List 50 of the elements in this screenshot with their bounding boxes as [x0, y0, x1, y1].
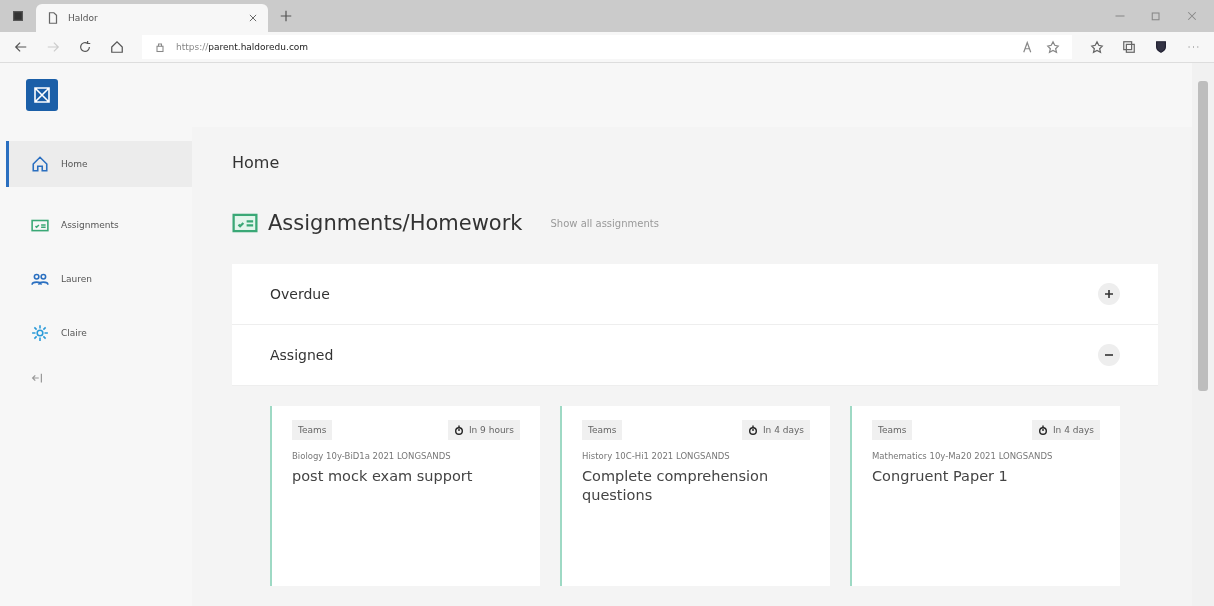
logo[interactable]: [26, 79, 58, 111]
tab-actions-icon: [11, 9, 25, 23]
expand-button[interactable]: [1098, 283, 1120, 305]
group-label: Assigned: [270, 347, 335, 363]
course-name: Biology 10y-BiD1a 2021 LONGSANDS: [292, 450, 452, 463]
sidebar-item[interactable]: Assignments: [6, 209, 192, 241]
lock-icon: [154, 41, 166, 53]
group-header[interactable]: Overdue: [232, 264, 1158, 325]
group-header[interactable]: Assigned: [232, 325, 1158, 386]
back-icon[interactable]: [14, 40, 28, 54]
assignment-card[interactable]: Teams In 4 days Mathematics 10y-Ma20 2021 LONGSANDS Congruent Paper 1: [850, 406, 1120, 586]
home-icon[interactable]: [110, 40, 124, 54]
sidebar-item[interactable]: Home: [6, 141, 192, 187]
favorites-add-icon[interactable]: [1046, 40, 1060, 54]
timer-icon: [747, 425, 758, 435]
sidebar-item[interactable]: Claire: [6, 317, 192, 349]
group-label: Overdue: [270, 286, 331, 302]
course-name: Mathematics 10y-Ma20 2021 LONGSANDS: [872, 450, 1054, 463]
timer-icon: [453, 425, 464, 435]
sidebar-item[interactable]: Lauren: [6, 263, 192, 295]
plus-icon: [1104, 289, 1114, 299]
collapse-icon[interactable]: [30, 371, 44, 385]
assignment-card[interactable]: Teams In 9 hours Biology 10y-BiD1a 2021 LONGSANDS post mock exam support: [270, 406, 540, 586]
shield-icon[interactable]: [1154, 40, 1168, 54]
section-title: Assignments/Homework: [268, 211, 523, 235]
source-tag: Teams: [872, 420, 913, 440]
browser-tab[interactable]: Haldor: [36, 4, 268, 32]
due-badge: In 9 hours: [447, 420, 520, 440]
refresh-icon[interactable]: [78, 40, 92, 54]
address-field[interactable]: https://parent.haldoredu.com: [142, 35, 1072, 59]
collapse-button[interactable]: [1098, 344, 1120, 366]
home-icon: [31, 155, 49, 173]
due-badge: In 4 days: [1031, 420, 1100, 440]
assignment-card[interactable]: Teams In 4 days History 10C-Hi1 2021 LONGSANDS Complete comprehension questions: [560, 406, 830, 586]
url-text: https://parent.haldoredu.com: [176, 42, 309, 52]
source-tag: Teams: [582, 420, 623, 440]
favorites-icon[interactable]: [1090, 40, 1104, 54]
page-icon: [46, 11, 60, 25]
assignment-title: Congruent Paper 1: [872, 466, 1009, 486]
assignment-title: post mock exam support: [292, 466, 474, 486]
scrollbar-thumb[interactable]: [1198, 81, 1208, 391]
page-title: Home: [232, 153, 281, 172]
collections-icon[interactable]: [1122, 40, 1136, 54]
assignment-title: Complete comprehension questions: [582, 466, 770, 506]
source-tag: Teams: [292, 420, 333, 440]
due-badge: In 4 days: [741, 420, 810, 440]
timer-icon: [1037, 425, 1048, 435]
course-name: History 10C-Hi1 2021 LONGSANDS: [582, 450, 731, 463]
tab-title: Haldor: [68, 13, 99, 23]
close-icon[interactable]: [248, 13, 258, 23]
